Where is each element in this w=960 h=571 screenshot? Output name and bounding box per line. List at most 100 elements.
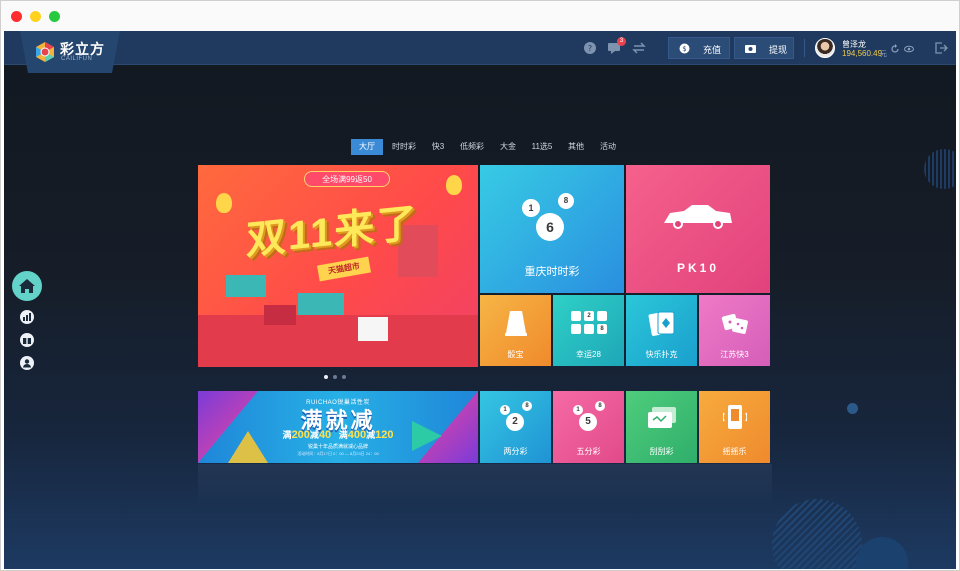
tiles-reflection <box>198 464 772 506</box>
banner-table <box>358 317 388 341</box>
notification-badge: 3 <box>617 37 626 46</box>
decoration-dot <box>847 403 858 414</box>
top-header: 彩立方 CAILIFUN ? 3 $ 充值 提现 曾泽龙 194,560.49 … <box>4 31 956 73</box>
tab-activity[interactable]: 活动 <box>597 139 619 155</box>
home-icon <box>19 279 35 293</box>
game-tile-xingyun28[interactable]: 2 8 幸运28 <box>553 295 624 366</box>
lottery-ball: 5 <box>579 413 597 431</box>
gift-icon <box>23 337 31 344</box>
lottery-ball: 8 <box>597 324 607 334</box>
tab-low-freq[interactable]: 低频彩 <box>457 139 487 155</box>
game-label: PK10 <box>676 261 720 275</box>
phone-shake-icon <box>723 405 747 429</box>
decoration-circle <box>772 499 862 569</box>
lottery-ball: 6 <box>536 213 564 241</box>
balloon <box>446 175 462 195</box>
scratch-card-icon <box>648 407 676 428</box>
promo-small-print: 活动时间：8月17日 0：00 — 8月23日 24：00 <box>297 451 379 456</box>
game-tile-pk10[interactable]: PK10 <box>626 165 770 293</box>
banner-slogan: 全场满99返50 <box>304 171 390 187</box>
header-divider <box>804 39 805 57</box>
carousel-dot-2[interactable] <box>333 375 337 379</box>
sidebar-item-home[interactable] <box>12 271 42 301</box>
balance-unit: 元 <box>880 51 887 58</box>
lottery-ball: 1 <box>573 405 583 415</box>
grid-cell <box>571 311 581 321</box>
game-label: 快乐扑克 <box>645 350 678 359</box>
browser-window: 彩立方 CAILIFUN ? 3 $ 充值 提现 曾泽龙 194,560.49 … <box>0 0 960 571</box>
help-icon[interactable]: ? <box>583 41 597 55</box>
playing-cards-icon <box>648 311 675 336</box>
lottery-ball: 8 <box>558 193 574 209</box>
refresh-icon[interactable] <box>890 44 900 54</box>
dice-cup-icon <box>505 311 527 336</box>
tab-ssc[interactable]: 时时彩 <box>389 139 419 155</box>
game-label: 重庆时时彩 <box>524 266 580 278</box>
tab-k3[interactable]: 快3 <box>427 139 449 155</box>
lottery-ball: 1 <box>500 405 510 415</box>
recharge-button[interactable]: $ 充值 <box>668 37 730 59</box>
avatar[interactable] <box>815 38 835 58</box>
recharge-label: 充值 <box>703 45 722 55</box>
withdraw-label: 提现 <box>769 45 788 55</box>
tab-hall[interactable]: 大厅 <box>351 139 383 155</box>
banner-block <box>226 275 266 297</box>
sidebar-item-user[interactable] <box>20 356 34 370</box>
grid-cell <box>571 324 581 334</box>
switch-icon[interactable] <box>632 41 646 55</box>
game-label: 骰宝 <box>507 350 524 359</box>
promo-subline: 锐巢十年品质满就减心品牌 <box>307 444 368 450</box>
tab-11x5[interactable]: 11选5 <box>529 139 555 155</box>
maximize-window-button[interactable] <box>49 11 60 22</box>
sidebar-item-chart[interactable] <box>20 310 34 324</box>
game-label: 五分彩 <box>576 447 601 456</box>
chart-icon <box>23 313 31 321</box>
balloon <box>216 193 232 213</box>
user-balance: 194,560.49 <box>842 49 883 58</box>
close-window-button[interactable] <box>11 11 22 22</box>
lottery-ball: 2 <box>584 311 594 321</box>
grid-cell <box>597 311 607 321</box>
banner-block <box>298 293 344 315</box>
lottery-ball: 1 <box>522 199 540 217</box>
game-label: 两分彩 <box>503 447 528 456</box>
promo-banner[interactable]: RUICHAO锐巢活性炭 满就减 满200减40 满400减120 锐巢十年品质… <box>198 391 478 463</box>
game-tile-shaibao[interactable]: 骰宝 <box>480 295 551 366</box>
tab-other[interactable]: 其他 <box>565 139 587 155</box>
lottery-ball: 8 <box>595 401 605 411</box>
logo-icon[interactable] <box>34 41 56 63</box>
game-tile-jsk3[interactable]: 江苏快3 <box>699 295 770 366</box>
grid-cell <box>584 324 594 334</box>
svg-text:$: $ <box>682 45 686 53</box>
withdraw-button[interactable]: 提现 <box>734 37 794 59</box>
svg-text:?: ? <box>588 44 592 53</box>
logo-subtext: CAILIFUN <box>61 56 93 62</box>
game-tile-guagua[interactable]: 刮刮彩 <box>626 391 697 463</box>
banner-tag: 天猫超市 <box>317 256 371 282</box>
carousel-dot-3[interactable] <box>342 375 346 379</box>
lottery-ball: 8 <box>522 401 532 411</box>
carousel-dot-1[interactable] <box>324 375 328 379</box>
eye-icon[interactable] <box>904 44 914 54</box>
tab-dajin[interactable]: 大金 <box>497 139 519 155</box>
minimize-window-button[interactable] <box>30 11 41 22</box>
dice-icon <box>721 313 748 334</box>
sidebar-item-gift[interactable] <box>20 333 34 347</box>
user-icon <box>23 359 31 368</box>
game-tile-wufen[interactable]: 1 8 5 五分彩 <box>553 391 624 463</box>
logout-icon[interactable] <box>934 41 948 55</box>
app-main: 彩立方 CAILIFUN ? 3 $ 充值 提现 曾泽龙 194,560.49 … <box>4 31 956 569</box>
game-label: 江苏快3 <box>720 350 749 359</box>
decoration-circle <box>924 149 956 189</box>
promo-offer: 满200减40 满400减120 <box>282 429 394 441</box>
game-tile-yaoyao[interactable]: 摇摇乐 <box>699 391 770 463</box>
main-carousel-banner[interactable]: 全场满99返50 双11来了 天猫超市 <box>198 165 478 367</box>
decoration-circle <box>856 537 908 569</box>
banner-headline: 双11来了 <box>246 200 419 264</box>
game-tile-liangfen[interactable]: 1 8 2 两分彩 <box>480 391 551 463</box>
game-tile-poker[interactable]: 快乐扑克 <box>626 295 697 366</box>
game-label: 刮刮彩 <box>649 447 674 456</box>
banner-block <box>264 305 296 325</box>
game-tile-cqssc[interactable]: 1 8 6 重庆时时彩 <box>480 165 624 293</box>
race-car-icon <box>664 205 732 229</box>
